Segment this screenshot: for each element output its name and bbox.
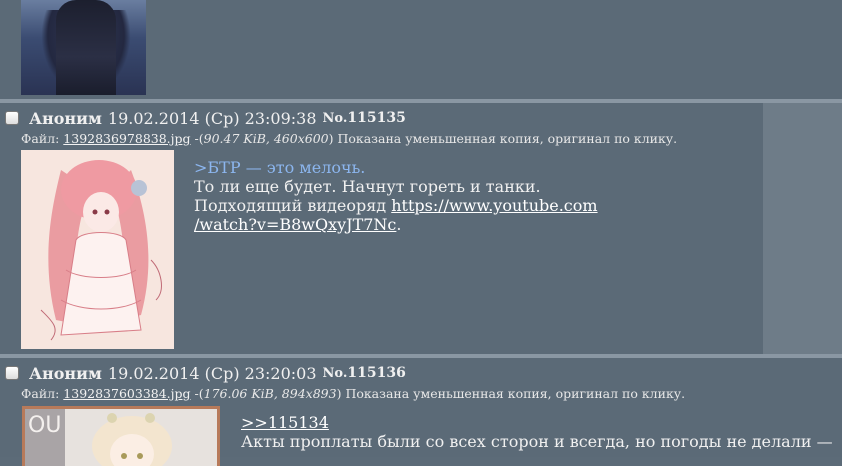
message-line: То ли еще будет. Начнут гореть и танки. bbox=[194, 177, 541, 196]
poster-name: Аноним bbox=[29, 108, 102, 128]
file-info: Файл: 1392836978838.jpg -(90.47 KiB, 460… bbox=[21, 131, 677, 146]
post-thumbnail[interactable]: OU bbox=[22, 406, 220, 466]
post-number[interactable]: 115136 bbox=[347, 365, 405, 381]
post-datetime: 19.02.2014 (Ср) 23:09:38 bbox=[107, 108, 317, 128]
post-header: Аноним 19.02.2014 (Ср) 23:20:03 No. 11513… bbox=[5, 363, 406, 383]
thumbnail-figure bbox=[56, 0, 116, 95]
post-number-prefix[interactable]: No. bbox=[323, 111, 348, 126]
youtube-link-continued[interactable]: /watch?v=B8wQxyJT7Nc bbox=[194, 215, 396, 234]
message-line-with-link: Подходящий видеоряд https://www.youtube.… bbox=[194, 196, 598, 215]
reply-reference-link[interactable]: >>115134 bbox=[241, 413, 329, 432]
reply-side-background bbox=[763, 103, 842, 354]
file-meta-open: -( bbox=[190, 131, 204, 146]
file-note: Показана уменьшенная копия, оригинал по … bbox=[341, 386, 686, 401]
file-note: Показана уменьшенная копия, оригинал по … bbox=[333, 131, 678, 146]
youtube-link[interactable]: https://www.youtube.com bbox=[391, 196, 597, 215]
file-info: Файл: 1392837603384.jpg -(176.06 KiB, 89… bbox=[21, 386, 685, 401]
reply-post-115136: Аноним 19.02.2014 (Ср) 23:20:03 No. 11513… bbox=[0, 358, 842, 466]
svg-text:OU: OU bbox=[28, 413, 61, 438]
message-text: Подходящий видеоряд bbox=[194, 196, 392, 215]
anime-girl-thumbnail-art: OU bbox=[25, 409, 217, 466]
file-label: Файл: bbox=[21, 386, 60, 401]
file-link[interactable]: 1392837603384.jpg bbox=[63, 386, 190, 401]
poster-name: Аноним bbox=[29, 363, 102, 383]
post-thumbnail[interactable] bbox=[21, 150, 174, 349]
post-select-checkbox[interactable] bbox=[5, 366, 19, 380]
file-meta-open: -( bbox=[190, 386, 204, 401]
post-header: Аноним 19.02.2014 (Ср) 23:09:38 No. 11513… bbox=[5, 108, 406, 128]
post-number-prefix[interactable]: No. bbox=[323, 366, 348, 381]
file-meta: 176.06 KiB, 894x893 bbox=[203, 386, 337, 401]
anime-girl-thumbnail-art bbox=[21, 150, 174, 349]
message-period: . bbox=[396, 215, 402, 234]
post-select-checkbox[interactable] bbox=[5, 111, 19, 125]
greentext-quote: >БТР — это мелочь. bbox=[194, 158, 366, 177]
reply-post-115135: Аноним 19.02.2014 (Ср) 23:09:38 No. 11513… bbox=[0, 103, 763, 354]
post-message: >>115134 Акты проплаты были со всех стор… bbox=[241, 413, 833, 451]
previous-post-thumbnail[interactable] bbox=[21, 0, 146, 95]
file-meta: 90.47 KiB, 460x600 bbox=[203, 131, 329, 146]
file-label: Файл: bbox=[21, 131, 60, 146]
file-link[interactable]: 1392836978838.jpg bbox=[63, 131, 190, 146]
previous-post bbox=[0, 0, 842, 99]
post-number[interactable]: 115135 bbox=[347, 110, 405, 126]
post-datetime: 19.02.2014 (Ср) 23:20:03 bbox=[107, 363, 317, 383]
post-message: >БТР — это мелочь. То ли еще будет. Начн… bbox=[194, 158, 598, 234]
message-line-link-continued: /watch?v=B8wQxyJT7Nc. bbox=[194, 215, 598, 234]
message-line: Акты проплаты были со всех сторон и всег… bbox=[241, 432, 833, 451]
